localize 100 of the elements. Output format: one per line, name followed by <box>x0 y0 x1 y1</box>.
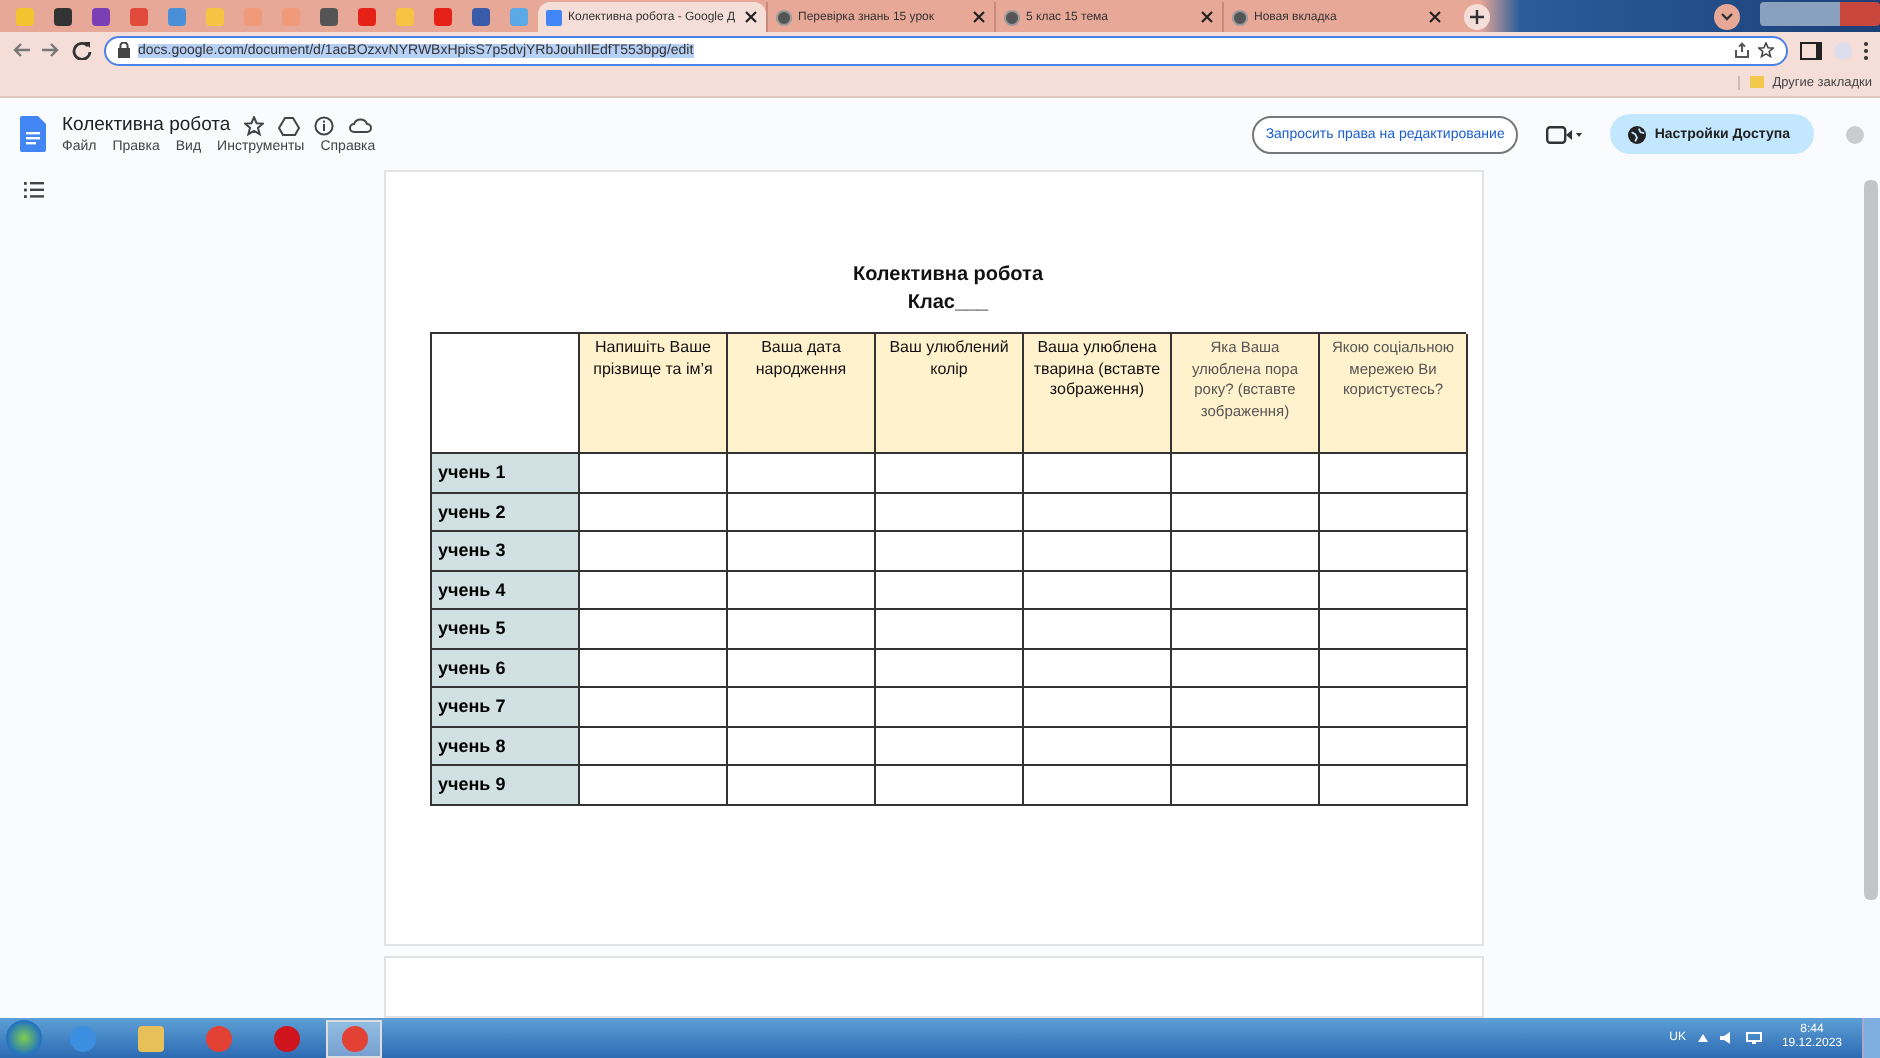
table-cell[interactable] <box>876 649 1024 688</box>
column-header: Ваша дата народження <box>728 334 876 454</box>
tray-arrow-icon[interactable] <box>1697 1034 1708 1042</box>
table-cell[interactable] <box>728 493 876 532</box>
row-header: учень 6 <box>432 649 580 688</box>
table-cell[interactable] <box>1024 727 1172 766</box>
table-cell[interactable] <box>1172 532 1320 571</box>
table-cell[interactable] <box>1320 493 1468 532</box>
back-icon[interactable] <box>12 42 30 58</box>
row-header: учень 2 <box>432 493 580 532</box>
column-header: Ваш улюблений колір <box>876 334 1024 454</box>
table-cell[interactable] <box>876 454 1024 493</box>
table-cell[interactable] <box>728 454 876 493</box>
tab-favicon-icon <box>546 9 562 25</box>
table-cell[interactable] <box>1172 766 1320 805</box>
document-subheading: Клас___ <box>905 290 991 318</box>
cloud-icon[interactable] <box>348 116 373 134</box>
table-cell[interactable] <box>1024 454 1172 493</box>
table-cell[interactable] <box>1024 571 1172 610</box>
table-cell[interactable] <box>1024 649 1172 688</box>
star-icon[interactable] <box>244 115 265 135</box>
row-header: учень 4 <box>432 571 580 610</box>
star-icon[interactable] <box>1758 42 1774 58</box>
close-icon[interactable] <box>1200 10 1214 24</box>
lock-icon <box>118 42 130 58</box>
table-cell[interactable] <box>1024 610 1172 649</box>
row-header: учень 5 <box>432 610 580 649</box>
taskbar-app-icon[interactable] <box>326 1019 382 1057</box>
document-icon[interactable] <box>20 116 46 152</box>
start-button[interactable] <box>6 1020 42 1056</box>
table-cell[interactable] <box>580 571 728 610</box>
network-icon[interactable] <box>1745 1032 1762 1044</box>
table-cell[interactable] <box>1172 727 1320 766</box>
close-icon[interactable] <box>744 10 758 24</box>
share-icon[interactable] <box>1734 42 1750 58</box>
table-cell[interactable] <box>580 493 728 532</box>
tab-favicon-icon <box>776 9 792 25</box>
table-cell[interactable] <box>1172 454 1320 493</box>
new-tab-button[interactable] <box>1464 4 1490 30</box>
table-cell[interactable] <box>728 610 876 649</box>
table-cell[interactable] <box>1320 454 1468 493</box>
row-header: учень 7 <box>432 688 580 727</box>
table-cell[interactable] <box>580 727 728 766</box>
reload-icon[interactable] <box>72 40 92 60</box>
row-header: учень 8 <box>432 727 580 766</box>
tab-favicon-icon <box>1232 9 1248 25</box>
close-icon[interactable] <box>972 10 986 24</box>
table-cell[interactable] <box>580 532 728 571</box>
scrollbar-thumb[interactable] <box>1864 180 1878 900</box>
plus-icon[interactable] <box>1470 10 1484 24</box>
video-call-icon[interactable] <box>1546 125 1583 143</box>
table-cell[interactable] <box>580 766 728 805</box>
close-icon[interactable] <box>1428 10 1442 24</box>
table-cell[interactable] <box>876 493 1024 532</box>
table-cell[interactable] <box>1172 610 1320 649</box>
table-cell[interactable] <box>1024 766 1172 805</box>
table-cell[interactable] <box>876 532 1024 571</box>
column-header: Напишіть Ваше прізвище та ім’я <box>580 334 728 454</box>
table-cell[interactable] <box>728 766 876 805</box>
table-cell[interactable] <box>728 727 876 766</box>
table-cell[interactable] <box>1320 727 1468 766</box>
table-cell[interactable] <box>728 649 876 688</box>
table-cell[interactable] <box>876 571 1024 610</box>
row-header: учень 3 <box>432 532 580 571</box>
info-icon[interactable] <box>314 115 335 135</box>
folder-icon <box>1750 76 1765 88</box>
table-cell[interactable] <box>1172 571 1320 610</box>
table-cell[interactable] <box>1320 610 1468 649</box>
table-cell[interactable] <box>1024 532 1172 571</box>
table-cell[interactable] <box>728 532 876 571</box>
outline-icon[interactable] <box>24 182 44 198</box>
table-cell[interactable] <box>1172 493 1320 532</box>
document-title[interactable]: Колективна робота <box>62 114 231 136</box>
table-cell[interactable] <box>876 766 1024 805</box>
table-cell[interactable] <box>580 454 728 493</box>
table-cell[interactable] <box>1024 493 1172 532</box>
volume-icon[interactable] <box>1719 1032 1734 1044</box>
table-cell[interactable] <box>728 571 876 610</box>
table-cell[interactable] <box>580 649 728 688</box>
table-cell[interactable] <box>876 688 1024 727</box>
table-cell[interactable] <box>876 727 1024 766</box>
table-cell[interactable] <box>876 610 1024 649</box>
table-cell[interactable] <box>1172 688 1320 727</box>
table-cell[interactable] <box>1320 532 1468 571</box>
table-cell[interactable] <box>1320 571 1468 610</box>
table-cell[interactable] <box>728 688 876 727</box>
table-cell[interactable] <box>580 688 728 727</box>
chevron-down-icon[interactable] <box>1720 12 1734 22</box>
table-cell[interactable] <box>1320 688 1468 727</box>
table-cell[interactable] <box>1320 649 1468 688</box>
table-cell[interactable] <box>580 610 728 649</box>
column-header: Ваша улюблена тварина (вставте зображення) <box>1024 334 1172 454</box>
table-cell[interactable] <box>1320 766 1468 805</box>
table-cell[interactable] <box>1024 688 1172 727</box>
sidebar-icon[interactable] <box>1800 41 1822 59</box>
row-header: учень 9 <box>432 766 580 805</box>
tab-favicon-icon <box>1004 9 1020 25</box>
forward-icon[interactable] <box>42 42 60 58</box>
tab-search-icon[interactable] <box>1714 4 1740 30</box>
table-cell[interactable] <box>1172 649 1320 688</box>
